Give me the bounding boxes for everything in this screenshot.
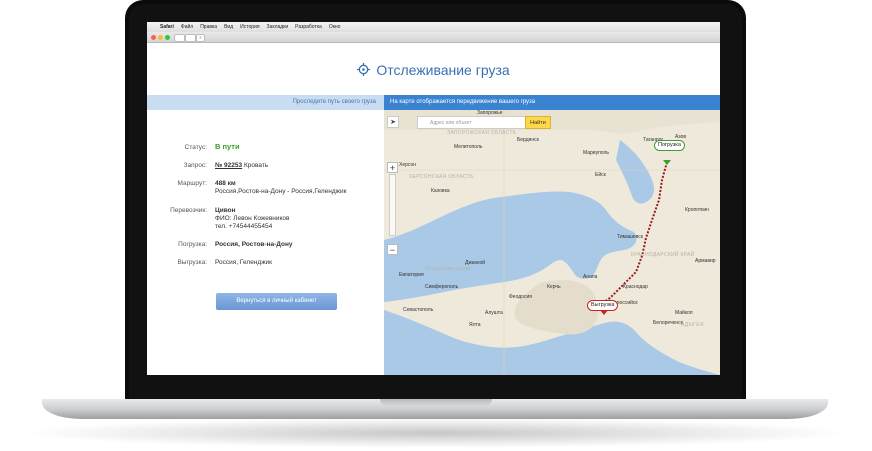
map-town: Мелитополь: [454, 144, 483, 150]
loading-pin-marker[interactable]: Погрузка: [654, 140, 685, 151]
map-town: Ейск: [595, 172, 606, 178]
laptop-notch: [380, 399, 492, 406]
unloading-pin-marker[interactable]: Выгрузка: [587, 300, 619, 311]
map-town: Ялта: [469, 322, 481, 328]
request-label: Запрос:: [183, 162, 207, 169]
route-distance: 488 км: [215, 180, 236, 187]
request-value: № 92253 Кровать: [215, 162, 268, 170]
unloading-label: Выгрузка:: [177, 259, 207, 266]
back-nav-button[interactable]: [174, 34, 185, 42]
browser-screen: Safari Файл Правка Вид История Закладки …: [147, 22, 720, 375]
map-town: Мариуполь: [583, 150, 609, 156]
carrier-name: Цивон: [215, 207, 236, 214]
menu-file[interactable]: Файл: [181, 24, 193, 30]
page-header: Отслеживание груза: [147, 43, 720, 96]
map-town: Симферополь: [425, 284, 459, 290]
carrier-value: Цивон ФИО: Левон Кожевников тел. +74544455…: [215, 207, 290, 231]
map-region: АДЫГЕЯ: [681, 322, 704, 328]
locate-arrow-icon[interactable]: ➤: [387, 116, 399, 128]
zoom-slider[interactable]: [389, 174, 396, 236]
menu-edit[interactable]: Правка: [200, 24, 217, 30]
maximize-window-button[interactable]: [165, 35, 170, 40]
map-search-input[interactable]: Адрес или объект: [417, 116, 527, 129]
request-item: Кровать: [242, 162, 269, 169]
map-town: Тимашевск: [617, 234, 643, 240]
request-number-link[interactable]: № 92253: [215, 162, 242, 169]
route-label: Маршрут:: [177, 180, 207, 187]
status-value: В пути: [215, 142, 240, 151]
map-town: Алушта: [485, 310, 503, 316]
menu-develop[interactable]: Разработка: [295, 24, 322, 30]
unloading-value: Россия, Геленджик: [215, 259, 273, 266]
sidebar-icon[interactable]: ≡: [196, 34, 205, 42]
map-town: Керчь: [547, 284, 561, 290]
menu-history[interactable]: История: [240, 24, 259, 30]
map-region: КРАСНОДАРСКИЙ КРАЙ: [631, 252, 695, 258]
loading-value: Россия, Ростов-на-Дону: [215, 241, 293, 248]
menu-bookmarks[interactable]: Закладки: [267, 24, 289, 30]
laptop-shadow: [20, 418, 852, 448]
browser-toolbar: ≡: [147, 32, 720, 43]
map-town: Армавир: [695, 258, 716, 264]
back-to-cabinet-button[interactable]: Вернуться в личный кабинет: [216, 293, 337, 310]
left-section-bar: Проследите путь своего груза: [147, 95, 384, 110]
crosshair-icon: [357, 63, 371, 76]
map-town: Краснодар: [623, 284, 648, 290]
map-town: Херсон: [399, 162, 416, 168]
carrier-phone: тел. +74544455454: [215, 223, 273, 230]
map-town: Евпатория: [399, 272, 424, 278]
menu-view[interactable]: Вид: [224, 24, 233, 30]
zoom-in-button[interactable]: +: [387, 162, 398, 173]
close-window-button[interactable]: [151, 35, 156, 40]
map-find-button[interactable]: Найти: [525, 116, 551, 129]
map-town: Бердянск: [517, 137, 539, 143]
map-town: Анапа: [583, 274, 598, 280]
forward-nav-button[interactable]: [185, 34, 196, 42]
map-region: ХЕРСОНСКАЯ ОБЛАСТЬ: [409, 174, 474, 180]
map-town: Каховка: [431, 188, 450, 194]
map-town: Феодосия: [509, 294, 532, 300]
map-town: Кропоткин: [685, 207, 709, 213]
map-town: Белореченск: [653, 320, 683, 326]
carrier-label: Перевозчик:: [170, 207, 207, 214]
map-town: Майкоп: [675, 310, 693, 316]
map-region: ЗАПОРОЖСКАЯ ОБЛАСТЬ: [447, 130, 517, 136]
zoom-out-button[interactable]: −: [387, 244, 398, 255]
map-section-bar: На карте отображается передвижение вашег…: [384, 95, 720, 110]
map-label-zaporozhye: Запорожье: [477, 110, 503, 116]
map-town: Севастополь: [403, 307, 434, 313]
route-path: Россия,Ростов-на-Дону - Россия,Геленджик: [215, 188, 347, 195]
carrier-person: ФИО: Левон Кожевников: [215, 215, 290, 222]
menu-safari[interactable]: Safari: [160, 24, 174, 30]
route-value: 488 км Россия,Ростов-на-Дону - Россия,Гел…: [215, 180, 346, 196]
menu-window[interactable]: Окно: [329, 24, 341, 30]
map-region: Республика Крым: [425, 266, 471, 272]
minimize-window-button[interactable]: [158, 35, 163, 40]
loading-label: Погрузка:: [178, 241, 207, 248]
status-label: Статус:: [184, 144, 207, 151]
page-title: Отслеживание груза: [376, 61, 510, 78]
mac-menubar: Safari Файл Правка Вид История Закладки …: [147, 22, 720, 32]
